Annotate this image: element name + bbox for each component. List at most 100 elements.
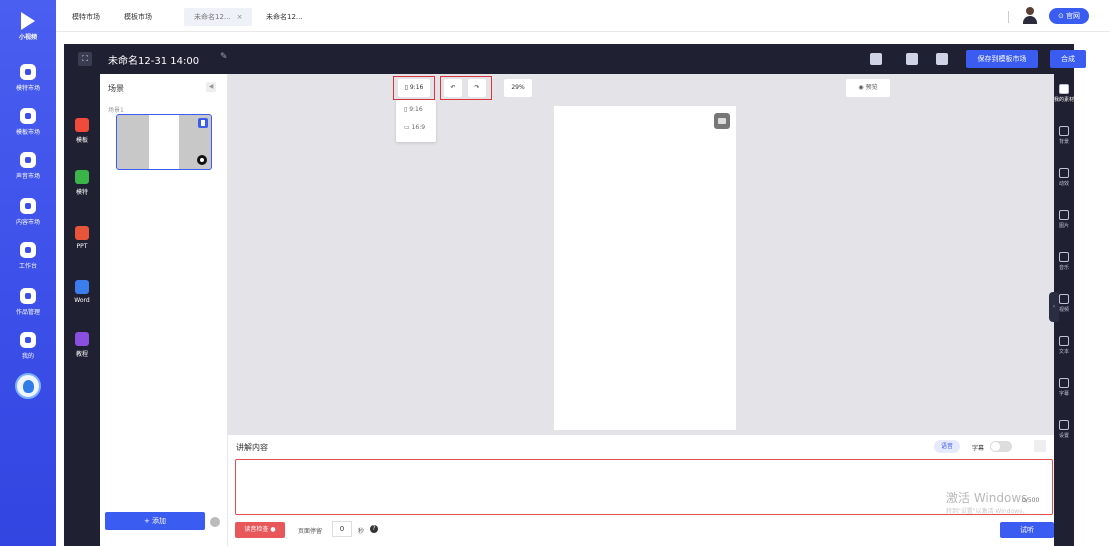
subtitle-label: 字幕 — [972, 445, 985, 452]
pronunciation-check-button[interactable]: 读音检查 ● — [235, 522, 285, 538]
ratio-option-16-9[interactable]: ▭ 16:9 — [404, 124, 425, 131]
app-sidebar: 小视频 模特市场 模板市场 声音市场 内容市场 工作台 作品管理 我的 — [0, 0, 56, 546]
official-site-button[interactable]: ⊙ 官网 — [1049, 8, 1089, 24]
tab-template-market[interactable]: 模板市场 — [114, 8, 162, 26]
category-word[interactable]: Word — [66, 280, 98, 304]
listen-button[interactable]: 试听 — [1000, 522, 1054, 538]
tutorial-icon — [75, 332, 89, 346]
logo-play-icon — [21, 12, 35, 30]
rail-effects[interactable]: 动效 — [1048, 168, 1080, 187]
tab-bar: 模特市场 模板市场 未命名12... × 未命名12... ⊙ 官网 — [56, 0, 1110, 32]
profile-icon — [20, 332, 36, 348]
tab-model-market[interactable]: 模特市场 — [62, 8, 110, 26]
editor-toolbar: ⛶ 未命名12-31 14:00 ✎ 保存到模板市场 — [64, 44, 1074, 74]
seconds-label: 秒 — [358, 528, 365, 535]
nav-item-voice-market[interactable]: 声音市场 — [4, 152, 52, 180]
layer-icon[interactable] — [714, 113, 730, 129]
expand-rail-icon[interactable]: ‹ — [1049, 292, 1059, 322]
save-icon[interactable] — [936, 53, 948, 65]
voice-tab[interactable]: 语音 — [934, 440, 960, 453]
background-icon — [1059, 126, 1069, 136]
text-icon — [1059, 336, 1069, 346]
rail-images[interactable]: 图片 — [1048, 210, 1080, 229]
layout-icon[interactable] — [870, 53, 882, 65]
divider — [1008, 11, 1009, 23]
nav-item-template-market[interactable]: 模板市场 — [4, 108, 52, 136]
zoom-level[interactable]: 29% — [504, 79, 532, 97]
preview-button[interactable]: ◉ 预览 — [846, 79, 890, 97]
narration-textarea[interactable] — [235, 459, 1053, 515]
model-category-icon — [75, 170, 89, 184]
narration-panel: 讲解内容 语音 字幕 激活 Windows 转到"设置"以激活 Windows。… — [228, 435, 1054, 546]
expand-icon[interactable]: ⛶ — [78, 52, 92, 66]
template-icon — [20, 108, 36, 124]
nav-item-works[interactable]: 作品管理 — [4, 288, 52, 316]
scenes-title: 场景 — [108, 84, 124, 93]
word-icon — [75, 280, 89, 294]
ratio-option-9-16[interactable]: ▯ 9:16 — [404, 106, 423, 113]
canvas-area: ▯ 9:16 ▯ 9:16 ▭ 16:9 ↶ ↷ 29% ◉ 预览 — [228, 74, 1054, 435]
app-logo[interactable]: 小视频 — [8, 12, 48, 48]
template-category-icon — [75, 118, 89, 132]
assistant-avatar[interactable] — [15, 373, 41, 399]
scene-label: 场景1 — [108, 107, 124, 114]
help-icon[interactable]: ? — [370, 525, 378, 533]
narration-title: 讲解内容 — [236, 443, 268, 452]
tab-untitled-active[interactable]: 未命名12... × — [184, 8, 253, 26]
annotation-box-ratio — [393, 76, 435, 100]
project-title[interactable]: 未命名12-31 14:00 — [108, 52, 199, 67]
page-pause-input[interactable]: 0 — [332, 521, 352, 537]
category-tutorial[interactable]: 教程 — [66, 332, 98, 358]
subtitle-toggle[interactable] — [990, 441, 1012, 452]
activation-watermark-sub: 转到"设置"以激活 Windows。 — [946, 508, 1029, 515]
image-icon — [1059, 210, 1069, 220]
add-scene-button[interactable]: + 添加 — [105, 512, 205, 530]
category-model[interactable]: 模特 — [66, 170, 98, 196]
category-ppt[interactable]: PPT — [66, 226, 98, 250]
content-icon — [20, 198, 36, 214]
compose-button[interactable]: 合成 — [1050, 50, 1086, 68]
settings-icon — [1059, 420, 1069, 430]
works-icon — [20, 288, 36, 304]
annotation-box-undo-redo — [440, 76, 492, 100]
rail-subtitles[interactable]: 字幕 — [1048, 378, 1080, 397]
char-counter: 0/500 — [1022, 497, 1040, 504]
collapse-panel-icon[interactable]: ◀ — [206, 82, 216, 92]
nav-item-content-market[interactable]: 内容市场 — [4, 198, 52, 226]
logo-text: 小视频 — [18, 34, 37, 41]
page-pause-label: 页面停留 — [298, 528, 323, 535]
rail-background[interactable]: 背景 — [1048, 126, 1080, 145]
rail-text[interactable]: 文本 — [1048, 336, 1080, 355]
activation-watermark: 激活 Windows — [946, 491, 1028, 505]
nav-item-profile[interactable]: 我的 — [4, 332, 52, 360]
folder-icon — [1059, 84, 1069, 94]
delete-scene-icon[interactable] — [198, 118, 208, 128]
category-column: 模板 模特 PPT Word 教程 — [64, 74, 100, 546]
ppt-icon — [75, 226, 89, 240]
rail-settings[interactable]: 设置 — [1048, 420, 1080, 439]
scene-thumbnail[interactable] — [116, 114, 212, 170]
model-icon — [20, 64, 36, 80]
workbench-icon — [20, 242, 36, 258]
music-icon — [1059, 252, 1069, 262]
category-template[interactable]: 模板 — [66, 118, 98, 144]
edit-title-icon[interactable]: ✎ — [220, 52, 228, 62]
rail-music[interactable]: 音乐 — [1048, 252, 1080, 271]
close-tab-icon[interactable]: × — [237, 13, 243, 21]
save-to-template-market-button[interactable]: 保存到模板市场 — [966, 50, 1038, 68]
copy-icon[interactable] — [906, 53, 918, 65]
narration-collapse-icon[interactable] — [1034, 440, 1046, 452]
effects-icon — [1059, 168, 1069, 178]
rail-my-assets[interactable]: 我的素材 — [1048, 84, 1080, 103]
scenes-panel: 场景 ◀ 场景1 + 添加 — [100, 74, 228, 546]
canvas-stage[interactable] — [554, 106, 736, 430]
user-avatar[interactable] — [1021, 7, 1039, 25]
nav-item-model-market[interactable]: 模特市场 — [4, 64, 52, 92]
nav-item-workbench[interactable]: 工作台 — [4, 242, 52, 270]
video-icon — [1059, 294, 1069, 304]
aspect-ratio-menu: ▯ 9:16 ▭ 16:9 — [396, 100, 436, 142]
voice-icon — [20, 152, 36, 168]
scene-settings-icon[interactable] — [210, 517, 220, 527]
scene-status-icon — [197, 155, 207, 165]
tab-untitled[interactable]: 未命名12... — [256, 8, 313, 26]
